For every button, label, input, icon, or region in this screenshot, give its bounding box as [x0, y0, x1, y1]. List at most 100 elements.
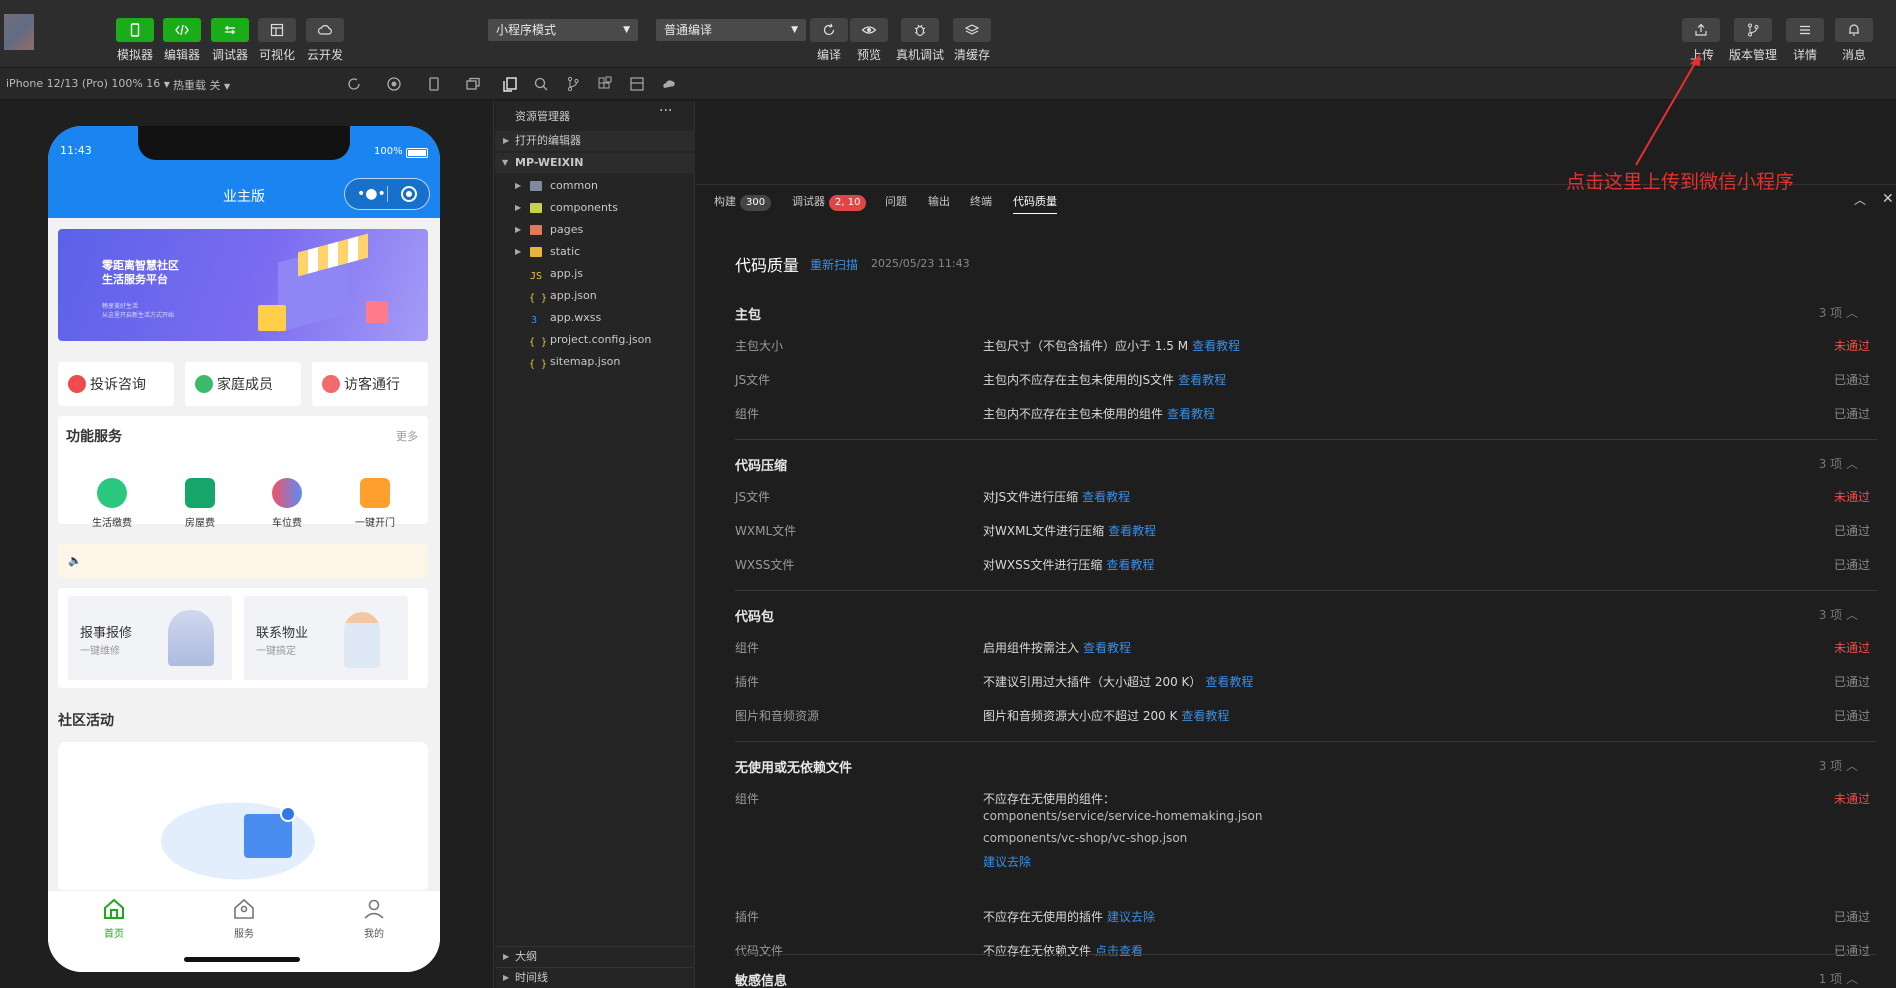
clear-cache-button[interactable]	[953, 18, 991, 42]
cloud-button[interactable]	[306, 18, 344, 42]
mode-select[interactable]: 小程序模式 ▼	[488, 19, 638, 41]
tab-debugger[interactable]: 调试器 2, 10	[792, 193, 867, 211]
remote-debug-button[interactable]	[901, 18, 939, 42]
tab-mine[interactable]: 我的	[334, 897, 414, 940]
family-members-button[interactable]: 家庭成员	[185, 362, 301, 406]
section-collapse-toggle[interactable]: 1 项 ︿	[1819, 970, 1858, 987]
tab-home[interactable]: 首页	[74, 897, 154, 940]
search-icon[interactable]	[532, 75, 550, 93]
collapse-panel-icon[interactable]: ︿	[1854, 191, 1866, 208]
tutorial-link[interactable]: 建议去除	[1107, 910, 1155, 924]
tab-services[interactable]: 服务	[204, 897, 284, 940]
file-app-wxss[interactable]: 3 app.wxss	[495, 308, 695, 328]
service-open-door[interactable]: 一键开门	[335, 478, 415, 529]
more-dots-icon[interactable]: •●•	[357, 186, 386, 202]
tutorial-link[interactable]: 查看教程	[1106, 558, 1154, 572]
chevron-up-icon: ︿	[1842, 759, 1858, 773]
folder-static[interactable]: ▶ static	[495, 242, 695, 262]
file-app-js[interactable]: JS app.js	[495, 264, 695, 284]
community-card[interactable]	[58, 742, 428, 892]
remote-debug-label: 真机调试	[895, 48, 945, 62]
home-banner[interactable]: 零距离智慧社区 生活服务平台 畅享美好生活 从这里开启新生活方式开始	[58, 229, 428, 341]
contact-subtitle: 一键搞定	[256, 646, 296, 657]
tab-build[interactable]: 构建 300	[714, 193, 772, 211]
device-select[interactable]: iPhone 12/13 (Pro) 100% 16 ▼	[6, 77, 170, 90]
tutorial-link[interactable]: 点击查看	[1095, 944, 1143, 958]
version-button[interactable]	[1734, 18, 1772, 42]
tab-problems[interactable]: 问题	[885, 193, 907, 209]
window-icon[interactable]	[464, 75, 482, 93]
tutorial-link[interactable]: 查看教程	[1192, 339, 1240, 353]
tab-code-quality[interactable]: 代码质量	[1013, 193, 1057, 214]
tutorial-link[interactable]: 查看教程	[1108, 524, 1156, 538]
mini-program-capsule[interactable]: •●•	[344, 178, 430, 210]
refresh-icon[interactable]	[345, 75, 363, 93]
source-control-icon[interactable]	[564, 75, 582, 93]
hot-reload-toggle[interactable]: 热重载 关 ▼	[173, 77, 230, 93]
messages-button[interactable]	[1835, 18, 1873, 42]
check-description-text: 不应存在无依赖文件	[983, 944, 1092, 958]
section-collapse-toggle[interactable]: 3 项 ︿	[1819, 757, 1858, 774]
timeline-section[interactable]: ▶ 时间线	[495, 967, 695, 987]
service-property-fee[interactable]: 房屋费	[160, 478, 240, 529]
rocket-illustration	[168, 610, 214, 666]
tutorial-link[interactable]: 查看教程	[1083, 641, 1131, 655]
open-editors-section[interactable]: ▶ 打开的编辑器	[495, 131, 695, 151]
tutorial-link[interactable]: 查看教程	[1181, 709, 1229, 723]
preview-button[interactable]	[850, 18, 888, 42]
stop-icon[interactable]	[385, 75, 403, 93]
explorer-more-icon[interactable]: ···	[659, 103, 672, 119]
family-icon	[195, 375, 213, 393]
tutorial-link[interactable]: 查看教程	[1178, 373, 1226, 387]
debugger-label: 调试器	[211, 48, 249, 62]
editor-label: 编辑器	[163, 48, 201, 62]
section-count: 1 项	[1818, 972, 1843, 986]
section-collapse-toggle[interactable]: 3 项 ︿	[1819, 455, 1858, 472]
tutorial-link[interactable]: 查看教程	[1167, 407, 1215, 421]
files-icon[interactable]	[501, 75, 519, 93]
service-utilities[interactable]: 生活缴费	[72, 478, 152, 529]
section-collapse-toggle[interactable]: 3 项 ︿	[1819, 606, 1858, 623]
repair-tile[interactable]: 报事报修 一键维修	[68, 596, 232, 680]
folder-pages[interactable]: ▶ pages	[495, 220, 695, 240]
file-app-json[interactable]: { } app.json	[495, 286, 695, 306]
section-collapse-toggle[interactable]: 3 项 ︿	[1819, 304, 1858, 321]
close-panel-icon[interactable]: ✕	[1882, 191, 1894, 207]
simulator-button[interactable]	[116, 18, 154, 42]
tutorial-link[interactable]: 查看教程	[1082, 490, 1130, 504]
project-root[interactable]: ▼ MP-WEIXIN	[495, 153, 695, 173]
tutorial-link[interactable]: 查看教程	[1205, 675, 1253, 689]
visitor-pass-button[interactable]: 访客通行	[312, 362, 428, 406]
services-more-link[interactable]: 更多	[396, 428, 418, 444]
status-passed: 已通过	[1833, 558, 1870, 572]
remove-suggestion-link[interactable]: 建议去除	[983, 853, 1031, 870]
phone-icon[interactable]	[425, 75, 443, 93]
notice-bar[interactable]: 🔈	[58, 544, 428, 578]
storage-icon[interactable]	[628, 75, 646, 93]
debugger-button[interactable]	[211, 18, 249, 42]
folder-components[interactable]: ▶ components	[495, 198, 695, 218]
visual-button[interactable]	[258, 18, 296, 42]
compile-select[interactable]: 普通编译 ▼	[656, 19, 806, 41]
rescan-link[interactable]: 重新扫描	[810, 256, 858, 273]
contact-tile[interactable]: 联系物业 一键搞定	[244, 596, 408, 680]
tab-home-label: 首页	[104, 929, 124, 940]
service-parking-fee[interactable]: 车位费	[247, 478, 327, 529]
compile-button[interactable]	[810, 18, 848, 42]
folder-common-label: common	[550, 179, 598, 192]
file-project-config[interactable]: { } project.config.json	[495, 330, 695, 350]
extensions-icon[interactable]	[596, 75, 614, 93]
complaint-button[interactable]: 投诉咨询	[58, 362, 174, 406]
outline-section[interactable]: ▶ 大纲	[495, 946, 695, 966]
file-sitemap[interactable]: { } sitemap.json	[495, 352, 695, 372]
tab-terminal[interactable]: 终端	[970, 193, 992, 209]
details-button[interactable]	[1786, 18, 1824, 42]
cloud-icon[interactable]	[660, 75, 678, 93]
battery-icon	[406, 148, 428, 158]
capsule-divider	[387, 186, 388, 202]
folder-common[interactable]: ▶ common	[495, 176, 695, 196]
editor-button[interactable]	[163, 18, 201, 42]
upload-button[interactable]	[1682, 18, 1720, 42]
close-target-icon[interactable]	[401, 186, 417, 202]
tab-output[interactable]: 输出	[928, 193, 950, 209]
